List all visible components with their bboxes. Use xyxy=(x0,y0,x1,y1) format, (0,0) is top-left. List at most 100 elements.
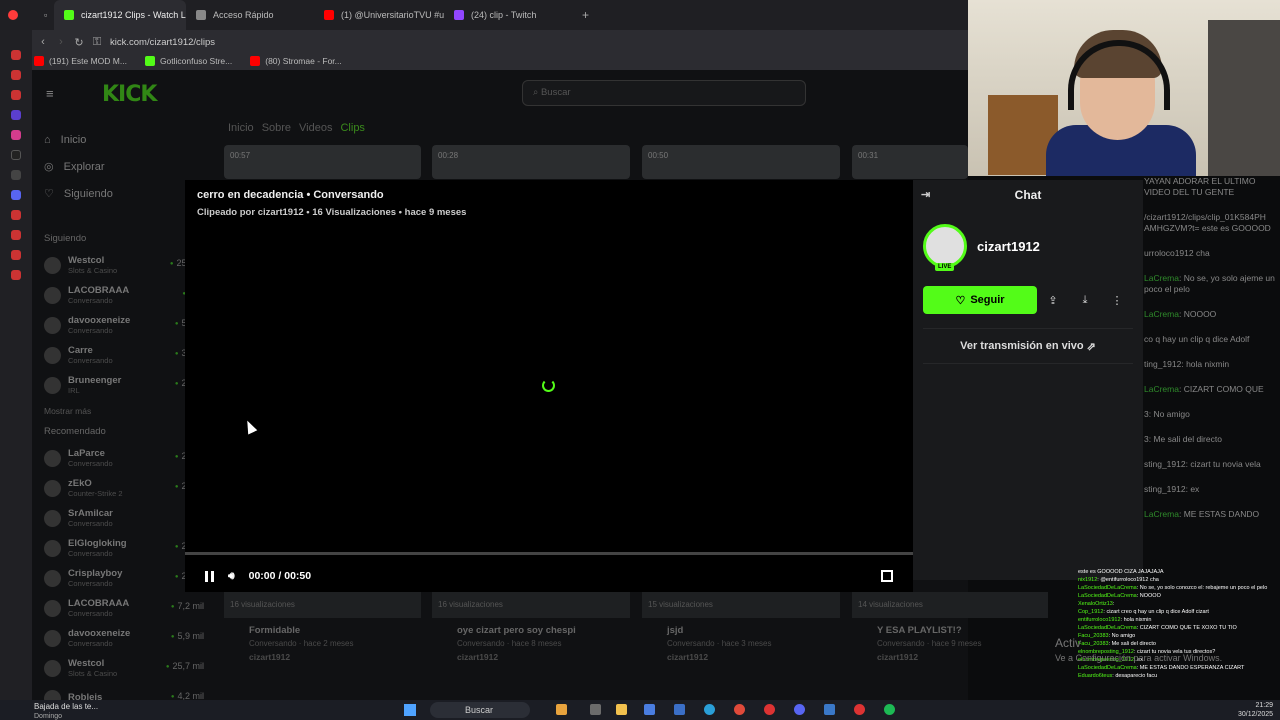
taskbar-app-icon[interactable] xyxy=(556,704,567,715)
taskbar-search[interactable]: Buscar xyxy=(430,702,530,718)
show-more-link[interactable]: Mostrar más xyxy=(44,406,204,416)
tab-sobre[interactable]: Sobre xyxy=(262,122,291,134)
tab-kick-clips[interactable]: cizart1912 Clips - Watch L xyxy=(54,0,186,30)
sidebar-channel[interactable]: CrisplayboyConversando2,9 m xyxy=(44,563,204,593)
kick-logo[interactable]: KICK xyxy=(102,82,157,107)
sidebar-item-inicio[interactable]: ⌂ Inicio xyxy=(44,126,204,153)
chat-text: CIZART COMO QUE xyxy=(1183,384,1264,394)
progress-bar[interactable] xyxy=(185,552,913,555)
chat-text: YAYAN ADORAR EL ULTIMO VIDEO DEL TU GENT… xyxy=(1144,176,1256,197)
tab-acceso-rapido[interactable]: Acceso Rápido xyxy=(186,0,314,30)
channel-name[interactable]: cizart1912 xyxy=(977,239,1040,254)
discord-icon[interactable] xyxy=(794,704,805,715)
clip-player[interactable]: cerro en decadencia • Conversando Clipea… xyxy=(185,180,913,592)
rail-app-icon[interactable] xyxy=(11,230,21,240)
reload-icon[interactable]: ↻ xyxy=(70,36,88,49)
site-info-icon[interactable]: ⚿ xyxy=(88,36,106,49)
folder-icon[interactable] xyxy=(616,704,627,715)
sidebar-item-label: Siguiendo xyxy=(63,187,113,200)
clip-thumbnail[interactable]: 00:57 xyxy=(224,145,421,179)
chat-message: sting_1912: cizart tu novia vela xyxy=(1144,459,1280,470)
more-options-icon[interactable]: ⋮ xyxy=(1101,294,1133,307)
bookmark-item[interactable]: (191) Este MOD M... xyxy=(34,56,127,66)
x-icon[interactable] xyxy=(11,170,21,180)
taskbar-app-icon[interactable] xyxy=(590,704,601,715)
tab-videos[interactable]: Videos xyxy=(299,122,332,134)
sidebar-channel[interactable]: ElGloglokingConversando2,8 m xyxy=(44,533,204,563)
back-icon[interactable]: ‹ xyxy=(34,36,52,48)
sidebar-channel[interactable]: LaParceConversando2,8 m xyxy=(44,443,204,473)
tiktok-icon[interactable] xyxy=(11,150,21,160)
tab-label: (1) @UniversitarioTVU #u xyxy=(341,10,444,20)
sidebar-channel[interactable]: BruneengerIRL2,9 m xyxy=(44,370,204,400)
recommended-list: LaParceConversando2,8 mzEkOCounter-Strik… xyxy=(44,443,204,713)
rail-app-icon[interactable] xyxy=(11,210,21,220)
taskbar-app-icon[interactable] xyxy=(854,704,865,715)
edge-icon[interactable] xyxy=(704,704,715,715)
fullscreen-icon[interactable] xyxy=(881,570,893,582)
discord-icon[interactable] xyxy=(11,190,21,200)
share-icon[interactable]: ⇪ xyxy=(1037,294,1069,307)
twitch-icon[interactable] xyxy=(11,110,21,120)
download-icon[interactable]: ⤓ xyxy=(1069,294,1101,307)
watch-live-button[interactable]: Ver transmisión en vivo ⇗ xyxy=(923,328,1133,364)
taskbar-app-icon[interactable] xyxy=(824,704,835,715)
clock[interactable]: 21:29 30/12/2025 xyxy=(1238,701,1273,719)
chat-text: ting_1912: hola nixmin xyxy=(1144,359,1230,369)
rail-app-icon[interactable] xyxy=(11,250,21,260)
volume-icon[interactable]: 🔊︎ xyxy=(228,570,235,583)
new-tab-button[interactable]: + xyxy=(572,0,599,30)
instagram-icon[interactable] xyxy=(11,130,21,140)
bookmark-item[interactable]: Gotliconfuso Stre... xyxy=(144,56,232,66)
channel-category: Conversando xyxy=(68,355,113,365)
tab-youtube[interactable]: (1) @UniversitarioTVU #u xyxy=(314,0,444,30)
sidebar-channel[interactable]: SrAmilcarConversando38 xyxy=(44,503,204,533)
sidebar-item-siguiendo[interactable]: ♡ Siguiendo xyxy=(44,180,204,207)
youtube-icon xyxy=(34,56,44,66)
sidebar-item-explorar[interactable]: ◎ Explorar xyxy=(44,153,204,180)
opera-icon[interactable] xyxy=(764,704,775,715)
rail-app-icon[interactable] xyxy=(11,70,21,80)
rail-app-icon[interactable] xyxy=(11,50,21,60)
taskbar-app-icon[interactable] xyxy=(644,704,655,715)
settings-icon[interactable] xyxy=(11,270,21,280)
bookmark-item[interactable]: (80) Stromae - For... xyxy=(250,56,342,66)
heart-icon: ♡ xyxy=(955,294,966,307)
clip-thumbnail[interactable]: 00:31 xyxy=(852,145,968,179)
clip-duration: 00:31 xyxy=(858,151,879,160)
url-field[interactable]: kick.com/cizart1912/clips xyxy=(110,37,215,48)
rail-app-icon[interactable] xyxy=(11,90,21,100)
channel-name: Westcol xyxy=(68,657,105,669)
avatar[interactable]: LIVE xyxy=(923,224,967,271)
tab-clips[interactable]: Clips xyxy=(340,122,364,134)
sidebar-channel[interactable]: davooxeneizeConversando 5,9 mil xyxy=(44,623,204,653)
sidebar-channel[interactable]: LACOBRAAAConversando 7,2 mil xyxy=(44,593,204,623)
forward-icon[interactable]: › xyxy=(52,36,70,48)
menu-icon[interactable]: ≡ xyxy=(46,86,54,101)
chat-text: desaparecio facu xyxy=(1115,673,1158,679)
taskbar-weather[interactable]: Bajada de las te... Domingo xyxy=(34,702,98,720)
tab-twitch[interactable]: (24) clip - Twitch xyxy=(444,0,572,30)
sidebar-channel[interactable]: davooxeneizeConversando5,8 m xyxy=(44,310,204,340)
chat-text: 3: No amigo xyxy=(1144,409,1190,419)
follow-button[interactable]: ♡ Seguir xyxy=(923,286,1037,314)
pause-button[interactable] xyxy=(205,570,214,582)
sidebar-channel[interactable]: WestcolSlots & Casino 25,7 mil xyxy=(44,653,204,683)
sidebar-channel[interactable]: WestcolSlots & Casino25,2 m xyxy=(44,250,204,280)
clip-thumbnail[interactable]: 00:50 xyxy=(642,145,840,179)
channel-category: Conversando xyxy=(68,295,113,305)
clip-subtitle: Clipeado por cizart1912 • 16 Visualizaci… xyxy=(197,207,467,218)
sidebar-channel[interactable]: zEkOCounter-Strike 22,4 m xyxy=(44,473,204,503)
clip-thumbnail[interactable]: 00:28 xyxy=(432,145,630,179)
store-icon[interactable] xyxy=(674,704,685,715)
search-input[interactable]: ⌕ Buscar xyxy=(522,80,806,106)
sidebar-channel[interactable]: CarreConversando3,3 m xyxy=(44,340,204,370)
windows-start-icon[interactable] xyxy=(404,704,416,716)
tab-inicio[interactable]: Inicio xyxy=(228,122,254,134)
spotify-icon[interactable] xyxy=(884,704,895,715)
chrome-icon[interactable] xyxy=(734,704,745,715)
channel-actions: ♡ Seguir ⇪ ⤓ ⋮ xyxy=(913,286,1143,314)
collapse-chat-icon[interactable]: ⇥ xyxy=(921,188,930,201)
tab-grid-icon[interactable]: ▫ xyxy=(34,0,54,30)
sidebar-channel[interactable]: LACOBRAAAConversando7 m xyxy=(44,280,204,310)
